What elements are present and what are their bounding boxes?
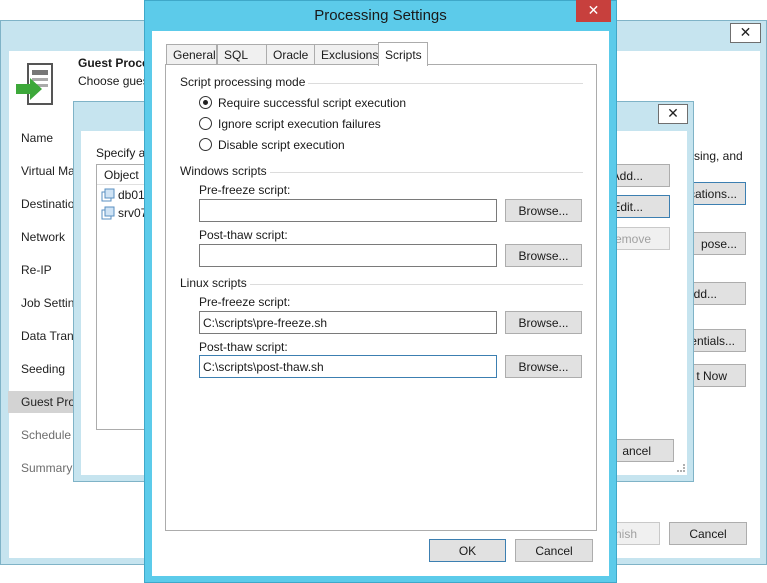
- application-dialog-close-button[interactable]: ✕: [658, 104, 688, 124]
- nav-item-guest-processing[interactable]: Guest Pro: [21, 395, 75, 409]
- processing-title: Processing Settings: [314, 7, 447, 24]
- tab-scripts[interactable]: Scripts: [378, 42, 428, 66]
- scripts-tab-panel: [165, 64, 597, 531]
- vm-folder-icon: [101, 206, 115, 220]
- nav-item-seeding[interactable]: Seeding: [21, 362, 65, 376]
- linux-pre-freeze-input[interactable]: [199, 311, 497, 334]
- close-icon: ✕: [667, 106, 679, 122]
- wizard-right-text: sing, and: [694, 149, 743, 163]
- nav-item-re-ip[interactable]: Re-IP: [21, 263, 52, 277]
- wizard-header-subtitle: Choose gues: [78, 74, 149, 88]
- nav-item-schedule[interactable]: Schedule: [21, 428, 71, 442]
- wizard-close-button[interactable]: ✕: [730, 23, 761, 43]
- nav-item-job-settings[interactable]: Job Settin: [21, 296, 74, 310]
- wizard-header-title: Guest Proce: [78, 56, 149, 70]
- processing-close-button[interactable]: ✕: [576, 0, 611, 22]
- nav-item-name[interactable]: Name: [21, 131, 53, 145]
- wizard-header-icon: [14, 62, 56, 110]
- ok-button[interactable]: OK: [429, 539, 506, 562]
- nav-item-summary[interactable]: Summary: [21, 461, 72, 475]
- list-item-name: db01: [118, 188, 145, 202]
- windows-pre-freeze-input[interactable]: [199, 199, 497, 222]
- close-icon: ✕: [587, 3, 600, 19]
- processing-cancel-button[interactable]: Cancel: [515, 539, 593, 562]
- list-item-name: srv07: [118, 206, 148, 220]
- linux-post-thaw-input[interactable]: [199, 355, 497, 378]
- object-column-header-label: Object: [104, 168, 139, 182]
- windows-post-thaw-input[interactable]: [199, 244, 497, 267]
- tab-oracle[interactable]: Oracle: [266, 44, 315, 65]
- application-dialog-label: Specify a: [96, 146, 146, 160]
- close-icon: ✕: [739, 25, 752, 41]
- tab-exclusions[interactable]: Exclusions: [314, 44, 379, 65]
- nav-item-data-transfer[interactable]: Data Tran: [21, 329, 74, 343]
- nav-item-destination[interactable]: Destinatio: [21, 197, 74, 211]
- resize-grip[interactable]: [677, 464, 685, 472]
- vm-folder-icon: [101, 188, 115, 202]
- tab-general[interactable]: General: [166, 44, 217, 65]
- wizard-cancel-button[interactable]: Cancel: [669, 522, 747, 545]
- nav-item-network[interactable]: Network: [21, 230, 65, 244]
- nav-item-virtual-machines[interactable]: Virtual Ma: [21, 164, 75, 178]
- tab-sql[interactable]: SQL: [217, 44, 267, 65]
